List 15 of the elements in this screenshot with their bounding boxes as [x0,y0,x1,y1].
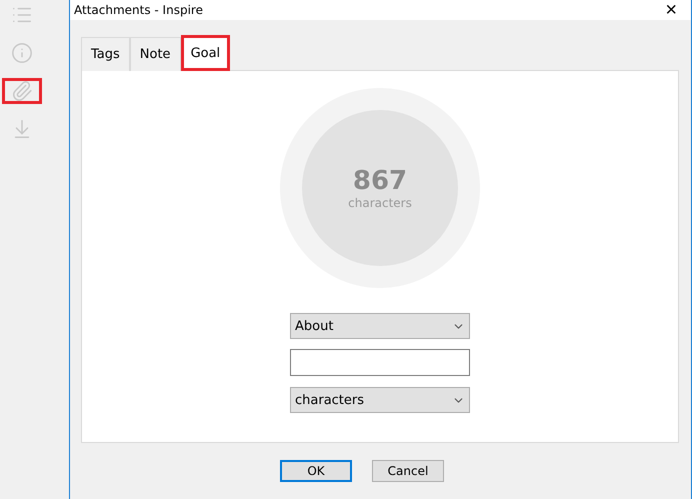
ok-button[interactable]: OK [280,460,352,482]
target-input-field[interactable] [290,349,470,376]
close-button[interactable]: × [661,1,681,19]
tab[interactable]: Note [130,37,181,71]
mode-dropdown[interactable]: About [290,313,470,339]
count-unit: characters [348,196,412,210]
info-icon [11,42,33,64]
paperclip-icon [11,80,33,102]
tab[interactable]: Tags [81,37,130,71]
tab[interactable]: Goal [180,35,230,71]
highlighted-sidebar-item[interactable] [2,78,42,104]
cancel-button[interactable]: Cancel [372,460,444,482]
window-title: Attachments - Inspire [74,3,203,17]
unit-dropdown[interactable]: characters [290,387,470,413]
character-count: 867 [352,166,408,196]
